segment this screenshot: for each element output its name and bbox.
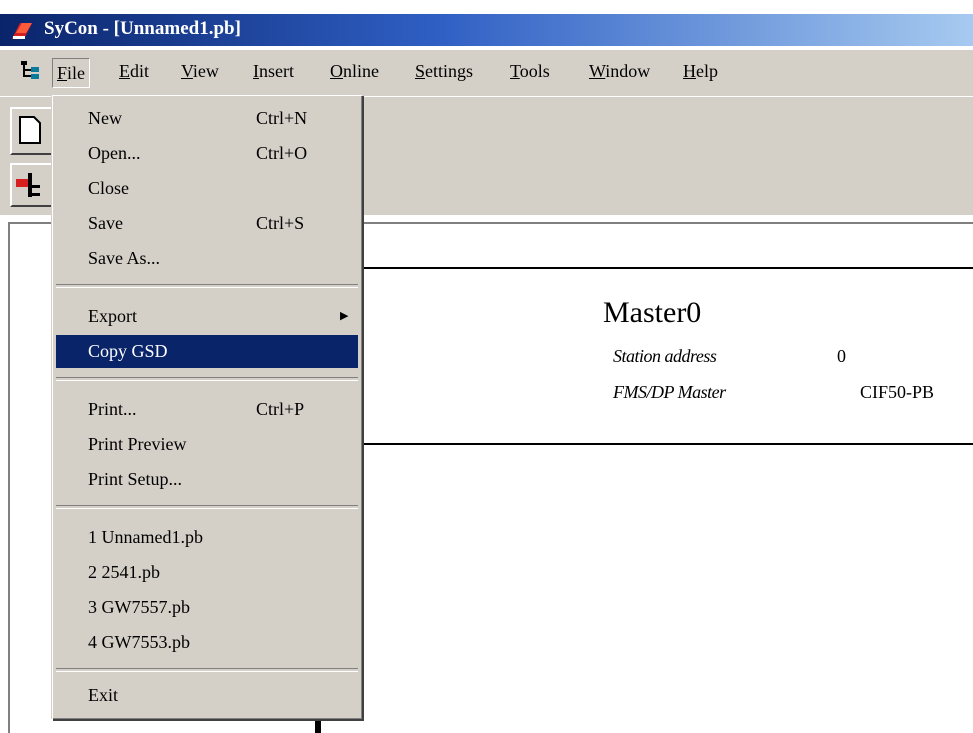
sycon-app-icon bbox=[12, 23, 32, 39]
menu-item-exit[interactable]: Exit bbox=[56, 679, 358, 712]
menu-separator bbox=[56, 377, 358, 381]
menu-view[interactable]: View bbox=[181, 61, 219, 82]
menu-item-save-as[interactable]: Save As... bbox=[56, 242, 358, 275]
menu-help[interactable]: Help bbox=[683, 61, 718, 82]
insert-master-button[interactable] bbox=[10, 163, 54, 207]
network-view-icon[interactable] bbox=[18, 58, 42, 82]
menu-tools[interactable]: Tools bbox=[510, 61, 550, 82]
menu-settings[interactable]: Settings bbox=[415, 61, 473, 82]
master-type-value: CIF50-PB bbox=[860, 382, 935, 402]
menu-online[interactable]: Online bbox=[330, 61, 379, 82]
menu-separator bbox=[56, 668, 358, 672]
menu-item-new[interactable]: New Ctrl+N bbox=[56, 102, 358, 135]
cropped-top-strip bbox=[0, 0, 973, 14]
menu-insert[interactable]: Insert bbox=[253, 61, 294, 82]
menu-item-close[interactable]: Close bbox=[56, 172, 358, 205]
menu-item-export[interactable]: Export ▶ bbox=[56, 300, 358, 333]
bottom-bus-line bbox=[360, 443, 973, 445]
menu-item-print[interactable]: Print... Ctrl+P bbox=[56, 393, 358, 426]
top-bus-line bbox=[360, 267, 973, 269]
file-menu-dropdown: New Ctrl+N Open... Ctrl+O Close Save Ctr… bbox=[51, 94, 362, 719]
menu-file[interactable]: File bbox=[52, 58, 91, 88]
menu-item-open[interactable]: Open... Ctrl+O bbox=[56, 137, 358, 170]
menu-edit[interactable]: Edit bbox=[119, 61, 149, 82]
submenu-arrow-icon: ▶ bbox=[340, 310, 349, 322]
menu-item-recent-3[interactable]: 3 GW7557.pb bbox=[56, 591, 358, 624]
menu-item-print-setup[interactable]: Print Setup... bbox=[56, 463, 358, 496]
menu-item-recent-2[interactable]: 2 2541.pb bbox=[56, 556, 358, 589]
new-document-icon bbox=[19, 116, 41, 144]
menu-window[interactable]: Window bbox=[589, 61, 650, 82]
menu-item-copy-gsd[interactable]: Copy GSD bbox=[56, 335, 358, 368]
station-address-value: 0 bbox=[837, 346, 846, 366]
menu-item-save[interactable]: Save Ctrl+S bbox=[56, 207, 358, 240]
new-document-button[interactable] bbox=[10, 107, 54, 155]
menu-separator bbox=[56, 505, 358, 509]
master-type-label: FMS/DP Master bbox=[613, 382, 726, 402]
menu-item-recent-4[interactable]: 4 GW7553.pb bbox=[56, 626, 358, 659]
master-name[interactable]: Master0 bbox=[603, 296, 701, 330]
station-address-label: Station address bbox=[613, 346, 717, 366]
window-title: SyCon - [Unnamed1.pb] bbox=[44, 18, 241, 39]
menu-separator bbox=[56, 284, 358, 288]
menu-item-recent-1[interactable]: 1 Unnamed1.pb bbox=[56, 521, 358, 554]
menu-item-print-preview[interactable]: Print Preview bbox=[56, 428, 358, 461]
title-bar[interactable]: SyCon - [Unnamed1.pb] bbox=[0, 14, 973, 46]
menu-bar: File Edit View Insert Online Settings To… bbox=[0, 50, 973, 96]
insert-master-icon bbox=[16, 173, 40, 197]
